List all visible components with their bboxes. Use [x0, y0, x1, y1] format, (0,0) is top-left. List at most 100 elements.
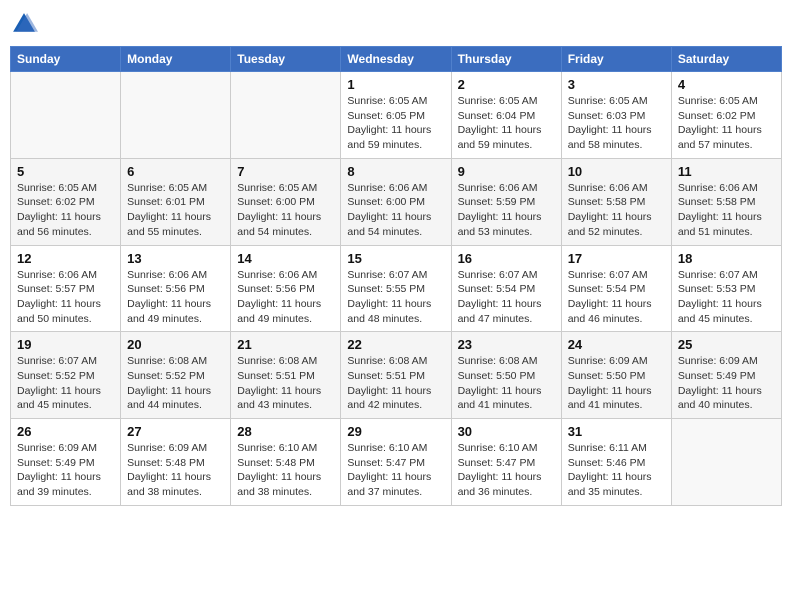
- weekday-header: Sunday: [11, 47, 121, 72]
- calendar-cell: 24 Sunrise: 6:09 AMSunset: 5:50 PMDayligh…: [561, 332, 671, 419]
- day-number: 27: [127, 424, 224, 439]
- cell-info: Sunrise: 6:08 AMSunset: 5:50 PMDaylight:…: [458, 354, 555, 413]
- day-number: 28: [237, 424, 334, 439]
- cell-info: Sunrise: 6:05 AMSunset: 6:03 PMDaylight:…: [568, 94, 665, 153]
- cell-info: Sunrise: 6:06 AMSunset: 5:56 PMDaylight:…: [237, 268, 334, 327]
- day-number: 15: [347, 251, 444, 266]
- calendar-cell: 7Sunrise: 6:05 AMSunset: 6:00 PMDaylight…: [231, 158, 341, 245]
- calendar-cell: 12 Sunrise: 6:06 AMSunset: 5:57 PMDayligh…: [11, 245, 121, 332]
- logo: [10, 10, 42, 38]
- weekday-header: Friday: [561, 47, 671, 72]
- weekday-header: Saturday: [671, 47, 781, 72]
- calendar-cell: 26 Sunrise: 6:09 AMSunset: 5:49 PMDayligh…: [11, 419, 121, 506]
- cell-info: Sunrise: 6:05 AMSunset: 6:02 PMDaylight:…: [678, 94, 775, 153]
- day-number: 14: [237, 251, 334, 266]
- cell-info: Sunrise: 6:08 AMSunset: 5:51 PMDaylight:…: [237, 354, 334, 413]
- cell-info: Sunrise: 6:11 AMSunset: 5:46 PMDaylight:…: [568, 441, 665, 500]
- cell-info: Sunrise: 6:06 AMSunset: 5:59 PMDaylight:…: [458, 181, 555, 240]
- calendar-cell: 30 Sunrise: 6:10 AMSunset: 5:47 PMDayligh…: [451, 419, 561, 506]
- weekday-header: Thursday: [451, 47, 561, 72]
- calendar-header-row: SundayMondayTuesdayWednesdayThursdayFrid…: [11, 47, 782, 72]
- calendar-cell: 21 Sunrise: 6:08 AMSunset: 5:51 PMDayligh…: [231, 332, 341, 419]
- calendar-cell: 31 Sunrise: 6:11 AMSunset: 5:46 PMDayligh…: [561, 419, 671, 506]
- day-number: 30: [458, 424, 555, 439]
- calendar-cell: 6 Sunrise: 6:05 AMSunset: 6:01 PMDaylight…: [121, 158, 231, 245]
- calendar-cell: 13 Sunrise: 6:06 AMSunset: 5:56 PMDayligh…: [121, 245, 231, 332]
- cell-info: Sunrise: 6:06 AMSunset: 5:57 PMDaylight:…: [17, 268, 114, 327]
- day-number: 2: [458, 77, 555, 92]
- day-number: 19: [17, 337, 114, 352]
- cell-info: Sunrise: 6:09 AMSunset: 5:49 PMDaylight:…: [17, 441, 114, 500]
- day-number: 29: [347, 424, 444, 439]
- day-number: 21: [237, 337, 334, 352]
- day-number: 22: [347, 337, 444, 352]
- day-number: 23: [458, 337, 555, 352]
- cell-info: Sunrise: 6:07 AMSunset: 5:55 PMDaylight:…: [347, 268, 444, 327]
- calendar-cell: 27 Sunrise: 6:09 AMSunset: 5:48 PMDayligh…: [121, 419, 231, 506]
- calendar-cell: 25 Sunrise: 6:09 AMSunset: 5:49 PMDayligh…: [671, 332, 781, 419]
- calendar-cell: [671, 419, 781, 506]
- cell-info: Sunrise: 6:07 AMSunset: 5:53 PMDaylight:…: [678, 268, 775, 327]
- day-number: 11: [678, 164, 775, 179]
- calendar-cell: 15 Sunrise: 6:07 AMSunset: 5:55 PMDayligh…: [341, 245, 451, 332]
- cell-info: Sunrise: 6:06 AMSunset: 5:58 PMDaylight:…: [678, 181, 775, 240]
- cell-info: Sunrise: 6:05 AMSunset: 6:05 PMDaylight:…: [347, 94, 444, 153]
- cell-info: Sunrise: 6:09 AMSunset: 5:48 PMDaylight:…: [127, 441, 224, 500]
- cell-info: Sunrise: 6:06 AMSunset: 6:00 PMDaylight:…: [347, 181, 444, 240]
- calendar-cell: 14 Sunrise: 6:06 AMSunset: 5:56 PMDayligh…: [231, 245, 341, 332]
- cell-info: Sunrise: 6:07 AMSunset: 5:54 PMDaylight:…: [568, 268, 665, 327]
- weekday-header: Tuesday: [231, 47, 341, 72]
- calendar-cell: 9Sunrise: 6:06 AMSunset: 5:59 PMDaylight…: [451, 158, 561, 245]
- calendar-cell: 8 Sunrise: 6:06 AMSunset: 6:00 PMDaylight…: [341, 158, 451, 245]
- weekday-header: Monday: [121, 47, 231, 72]
- calendar-cell: [11, 72, 121, 159]
- calendar-cell: 17 Sunrise: 6:07 AMSunset: 5:54 PMDayligh…: [561, 245, 671, 332]
- day-number: 16: [458, 251, 555, 266]
- day-number: 25: [678, 337, 775, 352]
- day-number: 6: [127, 164, 224, 179]
- day-number: 4: [678, 77, 775, 92]
- calendar-cell: 4 Sunrise: 6:05 AMSunset: 6:02 PMDaylight…: [671, 72, 781, 159]
- calendar-cell: 19 Sunrise: 6:07 AMSunset: 5:52 PMDayligh…: [11, 332, 121, 419]
- cell-info: Sunrise: 6:05 AMSunset: 6:01 PMDaylight:…: [127, 181, 224, 240]
- calendar-week-row: 26 Sunrise: 6:09 AMSunset: 5:49 PMDayligh…: [11, 419, 782, 506]
- calendar-cell: 1 Sunrise: 6:05 AMSunset: 6:05 PMDaylight…: [341, 72, 451, 159]
- weekday-header: Wednesday: [341, 47, 451, 72]
- cell-info: Sunrise: 6:08 AMSunset: 5:51 PMDaylight:…: [347, 354, 444, 413]
- day-number: 26: [17, 424, 114, 439]
- day-number: 3: [568, 77, 665, 92]
- day-number: 31: [568, 424, 665, 439]
- cell-info: Sunrise: 6:07 AMSunset: 5:52 PMDaylight:…: [17, 354, 114, 413]
- calendar-cell: 18 Sunrise: 6:07 AMSunset: 5:53 PMDayligh…: [671, 245, 781, 332]
- calendar-week-row: 1 Sunrise: 6:05 AMSunset: 6:05 PMDaylight…: [11, 72, 782, 159]
- calendar-week-row: 19 Sunrise: 6:07 AMSunset: 5:52 PMDayligh…: [11, 332, 782, 419]
- logo-icon: [10, 10, 38, 38]
- day-number: 13: [127, 251, 224, 266]
- calendar-cell: 2Sunrise: 6:05 AMSunset: 6:04 PMDaylight…: [451, 72, 561, 159]
- day-number: 1: [347, 77, 444, 92]
- day-number: 10: [568, 164, 665, 179]
- cell-info: Sunrise: 6:10 AMSunset: 5:48 PMDaylight:…: [237, 441, 334, 500]
- calendar-cell: 3 Sunrise: 6:05 AMSunset: 6:03 PMDaylight…: [561, 72, 671, 159]
- calendar-cell: 10Sunrise: 6:06 AMSunset: 5:58 PMDayligh…: [561, 158, 671, 245]
- cell-info: Sunrise: 6:06 AMSunset: 5:56 PMDaylight:…: [127, 268, 224, 327]
- cell-info: Sunrise: 6:10 AMSunset: 5:47 PMDaylight:…: [347, 441, 444, 500]
- cell-info: Sunrise: 6:09 AMSunset: 5:49 PMDaylight:…: [678, 354, 775, 413]
- cell-info: Sunrise: 6:10 AMSunset: 5:47 PMDaylight:…: [458, 441, 555, 500]
- calendar-cell: [231, 72, 341, 159]
- day-number: 18: [678, 251, 775, 266]
- cell-info: Sunrise: 6:08 AMSunset: 5:52 PMDaylight:…: [127, 354, 224, 413]
- calendar-week-row: 12 Sunrise: 6:06 AMSunset: 5:57 PMDayligh…: [11, 245, 782, 332]
- cell-info: Sunrise: 6:07 AMSunset: 5:54 PMDaylight:…: [458, 268, 555, 327]
- calendar-week-row: 5Sunrise: 6:05 AMSunset: 6:02 PMDaylight…: [11, 158, 782, 245]
- day-number: 12: [17, 251, 114, 266]
- day-number: 24: [568, 337, 665, 352]
- cell-info: Sunrise: 6:09 AMSunset: 5:50 PMDaylight:…: [568, 354, 665, 413]
- day-number: 5: [17, 164, 114, 179]
- day-number: 7: [237, 164, 334, 179]
- page-header: [10, 10, 782, 38]
- calendar-cell: 28 Sunrise: 6:10 AMSunset: 5:48 PMDayligh…: [231, 419, 341, 506]
- calendar-cell: 22 Sunrise: 6:08 AMSunset: 5:51 PMDayligh…: [341, 332, 451, 419]
- day-number: 8: [347, 164, 444, 179]
- day-number: 17: [568, 251, 665, 266]
